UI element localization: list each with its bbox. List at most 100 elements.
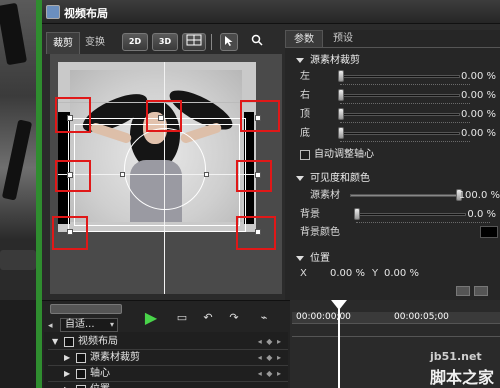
tree-label: 源素材裁剪 [90, 352, 140, 363]
cursor-icon[interactable] [220, 33, 238, 51]
expand-arrow-icon[interactable]: ▶ [64, 382, 70, 388]
playhead[interactable] [338, 302, 340, 388]
tree-checkbox[interactable] [64, 337, 74, 347]
watermark-url: jb51.net [430, 350, 482, 363]
pivot-handle-left[interactable] [120, 172, 125, 177]
crop-bottom-slider[interactable] [340, 132, 460, 135]
pivot-handle-right[interactable] [204, 172, 209, 177]
timecode-mark: 00:00:05;00 [394, 312, 449, 322]
auto-adjust-checkbox[interactable] [300, 150, 310, 160]
background-color-swatch[interactable] [480, 226, 498, 238]
expand-arrow-icon[interactable]: ▼ [52, 334, 58, 350]
expand-arrow-icon[interactable]: ▶ [64, 366, 70, 382]
background-opacity-label: 背景 [300, 209, 320, 220]
highlight-top-left [55, 97, 91, 133]
expand-arrow-icon[interactable]: ▶ [64, 350, 70, 366]
title-bar[interactable]: 视频布局 [42, 0, 500, 24]
tab-presets[interactable]: 预设 [326, 30, 360, 48]
row-divider [340, 141, 470, 142]
crop-bottom-value[interactable]: 0.00 % [461, 127, 496, 141]
collapse-arrow-icon [296, 255, 304, 261]
highlight-bottom-left [52, 216, 88, 250]
background-color-label: 背景颜色 [300, 227, 340, 238]
tab-parameters[interactable]: 参数 [285, 30, 323, 48]
watermark-brand: 脚本之家 [430, 368, 495, 387]
auto-adjust-label: 自动调整轴心 [314, 149, 374, 160]
timecode-start: 00:00:00;00 [296, 312, 351, 322]
position-x-value[interactable]: 0.00 % [330, 268, 365, 279]
keyframe-prev-button[interactable] [456, 286, 470, 296]
position-y-label: Y [372, 268, 379, 279]
row-divider [340, 103, 470, 104]
background-panel [0, 300, 36, 388]
comment-icon[interactable]: ▭ [172, 310, 192, 326]
tree-row-source-crop[interactable]: ▶ 源素材裁剪 ◂ ◆ ▸ [48, 350, 288, 366]
background-opacity-knob[interactable] [354, 208, 360, 220]
zoom-icon[interactable] [248, 33, 266, 51]
keyframe-next-button[interactable] [474, 286, 488, 296]
keyframe-nav[interactable]: ◂ ◆ ▸ [258, 366, 282, 382]
background-toolbar [0, 250, 36, 270]
keyframe-nav[interactable]: ◂ ◆ ▸ [258, 334, 282, 350]
tree-checkbox[interactable] [76, 353, 86, 363]
tree-row-pivot[interactable]: ▶ 轴心 ◂ ◆ ▸ [48, 366, 288, 382]
source-opacity-value[interactable]: 100.0 % [459, 189, 500, 203]
crop-top-knob[interactable] [338, 108, 344, 120]
chevron-down-icon[interactable]: ▾ [110, 320, 114, 329]
row-divider [340, 84, 470, 85]
crop-right-value[interactable]: 0.00 % [461, 89, 496, 103]
2d-button[interactable]: 2D [122, 33, 148, 51]
collapse-arrow-icon [296, 57, 304, 63]
background-opacity-slider[interactable] [356, 213, 466, 216]
tree-label: 轴心 [90, 368, 110, 379]
play-icon[interactable]: ▶ [140, 308, 162, 328]
section-source-crop-label: 源素材裁剪 [310, 55, 360, 66]
crop-left-label: 左 [300, 71, 310, 82]
highlight-right [236, 160, 272, 192]
position-y-value[interactable]: 0.00 % [384, 268, 419, 279]
crop-right-knob[interactable] [338, 89, 344, 101]
redo-icon[interactable]: ↷ [224, 310, 244, 326]
3d-button[interactable]: 3D [152, 33, 178, 51]
undo-icon[interactable]: ↶ [198, 310, 218, 326]
crop-bottom-label: 底 [300, 128, 310, 139]
horizontal-scrollbar[interactable] [50, 304, 122, 314]
app-icon [46, 5, 60, 19]
playhead-marker[interactable] [331, 300, 347, 310]
grid-icon[interactable] [182, 33, 206, 51]
source-opacity-slider[interactable] [350, 194, 462, 197]
section-visibility[interactable]: 可见度和颜色 [296, 172, 370, 186]
highlight-top [146, 100, 182, 132]
crop-top-value[interactable]: 0.00 % [461, 108, 496, 122]
crop-right-slider[interactable] [340, 94, 460, 97]
crop-top-slider[interactable] [340, 113, 460, 116]
window-title: 视频布局 [64, 7, 108, 20]
section-source-crop[interactable]: 源素材裁剪 [296, 54, 360, 68]
crop-bottom-knob[interactable] [338, 127, 344, 139]
crop-left-value[interactable]: 0.00 % [461, 70, 496, 84]
collapse-arrow-icon [296, 175, 304, 181]
tree-row-position[interactable]: ▶ 位置 [48, 382, 288, 388]
section-position[interactable]: 位置 [296, 252, 330, 266]
tree-label: 位置 [90, 382, 110, 388]
crop-left-knob[interactable] [338, 70, 344, 82]
background-opacity-value[interactable]: 0.0 % [467, 208, 496, 222]
section-position-label: 位置 [310, 253, 330, 264]
highlight-left [55, 160, 91, 192]
section-visibility-label: 可见度和颜色 [310, 173, 370, 184]
crop-top-label: 顶 [300, 109, 310, 120]
pivot-circle[interactable] [124, 128, 206, 210]
highlight-bottom-right [236, 216, 276, 250]
tree-row-video-layout[interactable]: ▼ 视频布局 ◂ ◆ ▸ [48, 334, 288, 350]
scroll-left-icon[interactable]: ◂ [48, 320, 56, 332]
curve-icon[interactable]: ⌁ [254, 310, 274, 326]
tab-transform[interactable]: 变换 [80, 32, 110, 54]
crop-left-slider[interactable] [340, 75, 460, 78]
crop-right-label: 右 [300, 90, 310, 101]
keyframe-nav[interactable]: ◂ ◆ ▸ [258, 350, 282, 366]
position-x-label: X [300, 268, 307, 279]
tab-divider [285, 47, 500, 48]
tab-crop[interactable]: 裁剪 [46, 32, 80, 54]
tree-checkbox[interactable] [76, 369, 86, 379]
tree-label: 视频布局 [78, 336, 118, 347]
